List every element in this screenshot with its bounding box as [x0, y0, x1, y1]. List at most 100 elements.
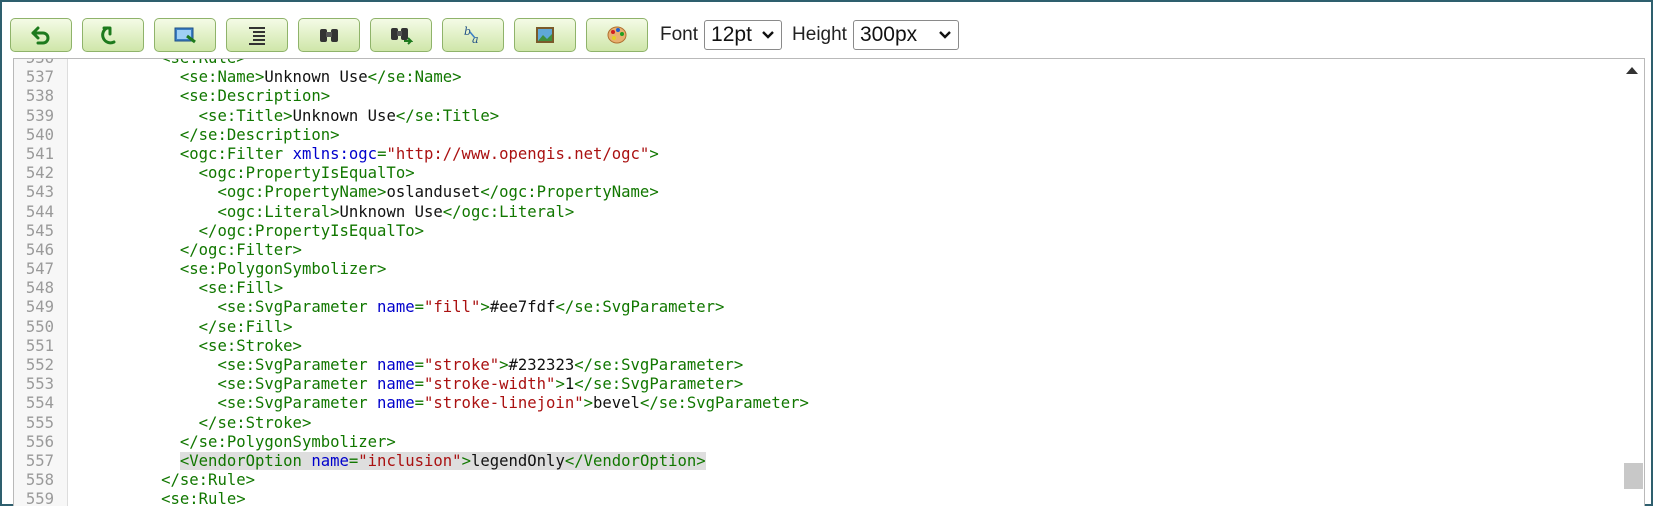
code-line[interactable]: 545 </ogc:PropertyIsEqualTo> [14, 222, 1644, 241]
code-line[interactable]: 538 <se:Description> [14, 87, 1644, 106]
code-line[interactable]: 540 </se:Description> [14, 126, 1644, 145]
undo-button[interactable] [10, 18, 72, 52]
code-line[interactable]: 554 <se:SvgParameter name="stroke-linejo… [14, 394, 1644, 413]
line-number: 536 [25, 58, 54, 67]
svg-text:b: b [464, 25, 471, 38]
code-text: <se:SvgParameter name="stroke-width">1</… [217, 375, 744, 394]
height-select[interactable]: 300px [852, 20, 959, 50]
line-number: 550 [25, 317, 54, 336]
editor-window: b a Font 12pt Height 300px 536 <se:Rule>… [0, 0, 1653, 506]
line-number: 549 [25, 298, 54, 317]
line-number: 555 [25, 413, 54, 432]
line-number: 553 [25, 375, 54, 394]
code-text: </ogc:PropertyIsEqualTo> [198, 221, 424, 240]
code-line[interactable]: 552 <se:SvgParameter name="stroke">#2323… [14, 356, 1644, 375]
code-line[interactable]: 537 <se:Name>Unknown Use</se:Name> [14, 68, 1644, 87]
line-number: 539 [25, 106, 54, 125]
line-number: 544 [25, 202, 54, 221]
code-line[interactable]: 547 <se:PolygonSymbolizer> [14, 260, 1644, 279]
font-label: Font [660, 24, 699, 45]
code-text: </se:Stroke> [198, 413, 312, 432]
binoculars-replace-icon [391, 28, 413, 45]
line-number: 545 [25, 221, 54, 240]
line-number: 543 [25, 183, 54, 202]
code-text: <VendorOption name="inclusion">legendOnl… [179, 451, 706, 470]
line-number: 556 [25, 432, 54, 451]
code-text: </se:Description> [179, 125, 340, 144]
code-line[interactable]: 542 <ogc:PropertyIsEqualTo> [14, 164, 1644, 183]
code-line[interactable]: 543 <ogc:PropertyName>oslanduset</ogc:Pr… [14, 183, 1644, 202]
line-number: 558 [25, 471, 54, 490]
code-line[interactable]: 539 <se:Title>Unknown Use</se:Title> [14, 107, 1644, 126]
code-line[interactable]: 548 <se:Fill> [14, 279, 1644, 298]
code-line[interactable]: 557 <VendorOption name="inclusion">legen… [14, 451, 1644, 471]
font-size-select[interactable]: 12pt [704, 20, 783, 50]
redo-button[interactable] [82, 18, 144, 52]
code-text: <se:Rule> [161, 58, 246, 67]
search-icon [174, 27, 196, 44]
code-text: <se:SvgParameter name="stroke">#232323</… [217, 356, 744, 374]
code-text: <ogc:PropertyName>oslanduset</ogc:Proper… [217, 183, 659, 202]
code-text: </se:Fill> [198, 317, 293, 336]
line-number: 559 [25, 490, 54, 506]
code-text: <se:SvgParameter name="fill">#ee7fdf</se… [217, 298, 725, 317]
code-lines: 536 <se:Rule> 537 <se:Name>Unknown Use</s… [14, 58, 1644, 506]
chevron-down-icon [762, 31, 774, 39]
code-text: <ogc:PropertyIsEqualTo> [198, 164, 415, 183]
vertical-scrollbar[interactable] [1620, 59, 1644, 506]
line-number: 546 [25, 240, 54, 259]
code-line[interactable]: 559 <se:Rule> [14, 490, 1644, 506]
code-text: <se:Fill> [198, 279, 284, 298]
indent-icon [249, 27, 265, 45]
code-text: <se:Title>Unknown Use</se:Title> [198, 106, 500, 125]
code-text: </se:Rule> [161, 471, 255, 490]
indent-button[interactable] [226, 18, 288, 52]
line-number: 557 [25, 451, 54, 470]
code-line[interactable]: 544 <ogc:Literal>Unknown Use</ogc:Litera… [14, 203, 1644, 222]
code-text: <se:PolygonSymbolizer> [179, 260, 387, 279]
code-line[interactable]: 536 <se:Rule> [14, 58, 1644, 68]
line-number: 551 [25, 336, 54, 355]
code-text: <se:Description> [179, 87, 331, 106]
code-line[interactable]: 550 </se:Fill> [14, 318, 1644, 337]
line-number: 537 [25, 68, 54, 87]
code-text: <se:Rule> [161, 490, 246, 506]
palette-button[interactable] [586, 18, 648, 52]
code-line[interactable]: 558 </se:Rule> [14, 471, 1644, 490]
image-icon [536, 27, 554, 43]
binoculars-icon [320, 29, 338, 42]
line-number: 548 [25, 279, 54, 298]
toolbar: b a Font 12pt Height 300px [10, 16, 967, 54]
line-number: 554 [25, 394, 54, 413]
code-line[interactable]: 541 <ogc:Filter xmlns:ogc="http://www.op… [14, 145, 1644, 164]
code-line[interactable]: 556 </se:PolygonSymbolizer> [14, 433, 1644, 452]
line-number: 541 [25, 144, 54, 163]
height-value: 300px [859, 23, 918, 46]
find-button[interactable] [298, 18, 360, 52]
line-number: 538 [25, 87, 54, 106]
code-text: </se:PolygonSymbolizer> [179, 432, 396, 451]
chevron-down-icon [939, 31, 951, 39]
scroll-up-arrow-icon[interactable] [1625, 65, 1639, 75]
goto-button[interactable]: b a [442, 18, 504, 52]
redo-icon [101, 26, 116, 45]
goto-icon: b a [464, 25, 479, 46]
code-line[interactable]: 546 </ogc:Filter> [14, 241, 1644, 260]
highlight-button[interactable] [514, 18, 576, 52]
code-line[interactable]: 553 <se:SvgParameter name="stroke-width"… [14, 375, 1644, 394]
code-editor[interactable]: 536 <se:Rule> 537 <se:Name>Unknown Use</s… [13, 58, 1645, 506]
code-text: <ogc:Filter xmlns:ogc="http://www.opengi… [179, 144, 659, 163]
undo-icon [31, 26, 50, 45]
search-button[interactable] [154, 18, 216, 52]
code-text: <se:Name>Unknown Use</se:Name> [179, 68, 462, 87]
line-number: 542 [25, 164, 54, 183]
height-label: Height [792, 24, 847, 45]
scroll-thumb[interactable] [1624, 463, 1643, 489]
code-text: <se:Stroke> [198, 336, 302, 355]
code-text: <ogc:Literal>Unknown Use</ogc:Literal> [217, 202, 575, 221]
code-line[interactable]: 555 </se:Stroke> [14, 414, 1644, 433]
palette-icon [607, 26, 627, 44]
code-line[interactable]: 549 <se:SvgParameter name="fill">#ee7fdf… [14, 298, 1644, 317]
code-line[interactable]: 551 <se:Stroke> [14, 337, 1644, 356]
find-replace-button[interactable] [370, 18, 432, 52]
